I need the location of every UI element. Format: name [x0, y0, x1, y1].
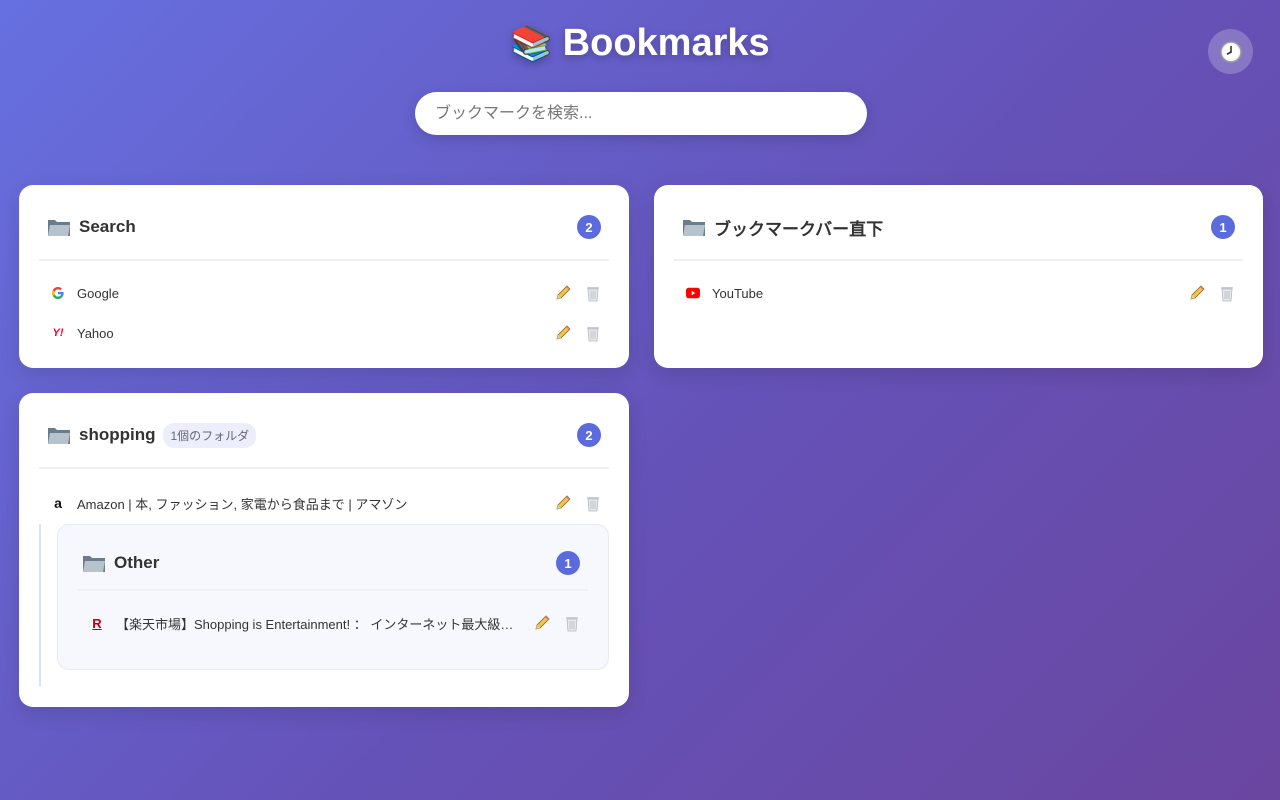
folder-icon — [48, 220, 70, 236]
google-icon — [51, 286, 65, 300]
folder-header[interactable]: Search 2 — [39, 195, 609, 261]
page-title-text: Bookmarks — [562, 22, 770, 64]
edit-button[interactable] — [553, 493, 573, 513]
delete-button[interactable] — [583, 283, 603, 303]
delete-button[interactable] — [583, 323, 603, 343]
pencil-icon — [556, 285, 571, 300]
page-title: 📚 Bookmarks — [510, 22, 769, 65]
folder-header[interactable]: shopping 1個のフォルダ 2 — [39, 403, 609, 469]
folder-name: Other — [114, 553, 160, 572]
bookmark-link[interactable]: YouTube — [712, 286, 763, 301]
trash-icon — [566, 617, 578, 632]
trash-icon — [587, 327, 599, 342]
folder-card-search: Search 2 Google Y! Yahoo — [19, 185, 629, 368]
edit-button[interactable] — [532, 613, 552, 633]
bookmark-row: R 【楽天市場】Shopping is Entertainment! ： インタ… — [78, 603, 588, 643]
bookmark-row: Google — [39, 273, 609, 313]
folder-header[interactable]: Other 1 — [78, 537, 588, 591]
pencil-icon — [556, 495, 571, 510]
youtube-icon — [686, 286, 700, 300]
yahoo-icon: Y! — [52, 327, 64, 339]
folder-name: ブックマークバー直下 — [714, 219, 884, 239]
bookmark-count-badge: 1 — [556, 551, 580, 575]
header: 📚 Bookmarks — [0, 22, 1280, 65]
bookmark-count-badge: 1 — [1211, 215, 1235, 239]
delete-button[interactable] — [1217, 283, 1237, 303]
folder-card-other: Other 1 R 【楽天市場】Shopping is Entertainmen… — [57, 524, 609, 670]
folder-name: shopping — [79, 425, 156, 444]
bookmark-link[interactable]: 【楽天市場】Shopping is Entertainment! ： インターネ… — [116, 614, 516, 633]
subfolder-count-badge: 1個のフォルダ — [163, 422, 257, 448]
edit-button[interactable] — [553, 323, 573, 343]
folder-icon — [683, 220, 705, 236]
bookmark-link[interactable]: Yahoo — [77, 326, 114, 341]
bookmark-row: a Amazon | 本, ファッション, 家電から食品まで | アマゾン — [39, 483, 609, 523]
edit-button[interactable] — [1187, 283, 1207, 303]
amazon-icon: a — [54, 495, 62, 511]
folder-card-bookmark-bar: ブックマークバー直下 1 YouTube — [654, 185, 1263, 368]
clock-icon — [1219, 40, 1242, 63]
folder-header[interactable]: ブックマークバー直下 1 — [674, 195, 1243, 261]
pencil-icon — [535, 615, 550, 630]
subfolder-container: Other 1 R 【楽天市場】Shopping is Entertainmen… — [39, 524, 609, 686]
trash-icon — [587, 497, 599, 512]
search-input[interactable] — [415, 92, 867, 135]
trash-icon — [587, 287, 599, 302]
books-icon: 📚 — [510, 24, 553, 63]
bookmark-row: YouTube — [674, 273, 1243, 313]
trash-icon — [1221, 287, 1233, 302]
folder-icon — [83, 556, 105, 572]
bookmark-count-badge: 2 — [577, 423, 601, 447]
bookmark-count-badge: 2 — [577, 215, 601, 239]
bookmark-row: Y! Yahoo — [39, 313, 609, 353]
edit-button[interactable] — [553, 283, 573, 303]
bookmark-link[interactable]: Amazon | 本, ファッション, 家電から食品まで | アマゾン — [77, 494, 407, 513]
pencil-icon — [556, 325, 571, 340]
pencil-icon — [1190, 285, 1205, 300]
rakuten-icon: R — [92, 615, 102, 631]
delete-button[interactable] — [562, 613, 582, 633]
folder-card-shopping: shopping 1個のフォルダ 2 a Amazon | 本, ファッション,… — [19, 393, 629, 707]
delete-button[interactable] — [583, 493, 603, 513]
folder-icon — [48, 428, 70, 444]
bookmark-link[interactable]: Google — [77, 286, 119, 301]
folder-name: Search — [79, 217, 136, 236]
history-button[interactable] — [1208, 29, 1253, 74]
